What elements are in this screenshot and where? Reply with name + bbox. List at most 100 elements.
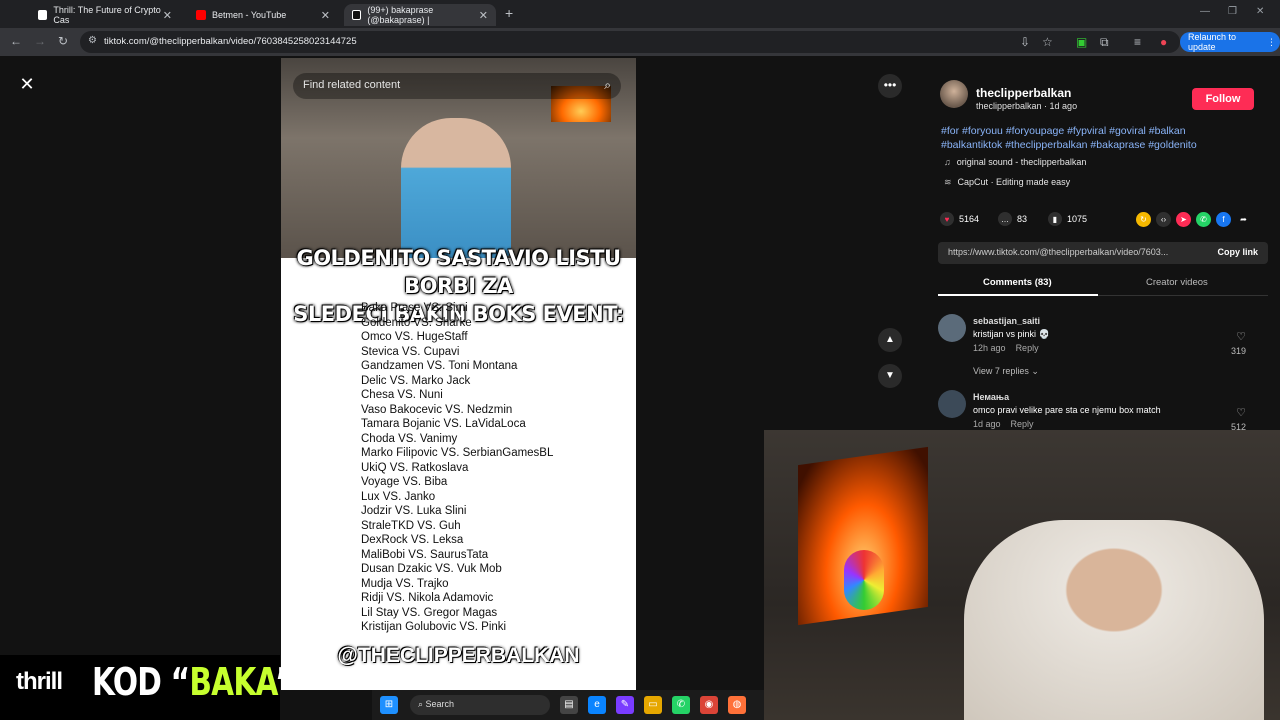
new-tab-icon[interactable]: + [505, 5, 513, 21]
tab-youtube[interactable]: Betmen - YouTube ✕ [188, 4, 338, 26]
comment-icon: … [998, 212, 1012, 226]
match-item: Dusan Dzakic VS. Vuk Mob [361, 563, 502, 575]
tab-tiktok[interactable]: (99+) bakaprase (@bakaprase) | ✕ [344, 4, 496, 26]
whatsapp-icon[interactable]: ✆ [1196, 212, 1211, 227]
profile-icon[interactable]: ● [1160, 35, 1167, 49]
embed-icon[interactable]: ‹› [1156, 212, 1171, 227]
close-tab-icon[interactable]: ✕ [163, 9, 172, 22]
next-video-icon[interactable]: ▼ [878, 364, 902, 388]
capcut-text: CapCut · Editing made easy [957, 177, 1071, 187]
youtube-favicon-icon [196, 10, 206, 20]
browser-toolbar: ← → ↻ ⚙ tiktok.com/@theclipperbalkan/vid… [0, 28, 1280, 56]
promo-code-prefix: KOD “ [92, 660, 190, 704]
commenter-avatar[interactable] [938, 314, 966, 342]
save-stat[interactable]: ▮ 1075 [1048, 212, 1087, 226]
chevron-down-icon: ⌄ [1031, 366, 1039, 376]
whatsapp-taskbar-icon[interactable]: ✆ [672, 696, 690, 714]
more-options-icon[interactable]: ••• [878, 74, 902, 98]
commenter-name[interactable]: Немања [973, 392, 1009, 402]
reading-list-icon[interactable]: ≡ [1134, 35, 1141, 49]
heart-icon: ♥ [940, 212, 954, 226]
video-hashtags[interactable]: #for #foryouu #foryoupage #fypviral #gov… [941, 124, 1241, 152]
video-player[interactable]: Find related content ⌕ GOLDENITO SASTAVI… [281, 58, 636, 690]
match-item: DexRock VS. Leksa [361, 534, 464, 546]
comment-meta: 1d ago Reply [973, 419, 1034, 429]
sound-line[interactable]: ♫ original sound - theclipperbalkan [944, 157, 1086, 167]
close-tab-icon[interactable]: ✕ [321, 9, 330, 22]
match-item: Ridji VS. Nikola Adamovic [361, 592, 494, 604]
reply-button[interactable]: Reply [1016, 343, 1039, 353]
app-icon[interactable]: ✎ [616, 696, 634, 714]
search-placeholder: Find related content [303, 79, 401, 91]
like-stat[interactable]: ♥ 5164 [940, 212, 979, 226]
comment-like-icon[interactable]: ♡ [1236, 406, 1246, 419]
close-window-icon[interactable]: ✕ [1256, 6, 1264, 17]
edge-icon[interactable]: e [588, 696, 606, 714]
maximize-icon[interactable]: ❐ [1228, 6, 1237, 17]
send-icon[interactable]: ➤ [1176, 212, 1191, 227]
bookmark-icon: ▮ [1048, 212, 1062, 226]
comment-stat[interactable]: … 83 [998, 212, 1027, 226]
share-arrow-icon[interactable]: ➦ [1236, 212, 1251, 227]
search-icon[interactable]: ⌕ [604, 78, 611, 93]
view-replies-button[interactable]: View 7 replies ⌄ [973, 366, 1039, 377]
sponsor-logo: thrill [16, 668, 63, 695]
creator-avatar[interactable] [940, 80, 968, 108]
tiktok-favicon-icon [352, 10, 362, 20]
menu-dots-icon[interactable]: ⋮ [1267, 37, 1276, 48]
match-list: Baka Prase VS. Simi Goldenito VS. Sharke… [361, 301, 553, 635]
file-explorer-icon[interactable]: ▭ [644, 696, 662, 714]
match-item: Stevica VS. Cupavi [361, 345, 460, 358]
comments-tabs: Comments (83) Creator videos [938, 274, 1268, 296]
previous-video-icon[interactable]: ▲ [878, 328, 902, 352]
taskbar-search[interactable]: ⌕ Search [410, 695, 550, 715]
relaunch-label: Relaunch to update [1188, 32, 1237, 52]
chrome-icon[interactable]: ◉ [700, 696, 718, 714]
task-view-icon[interactable]: ▤ [560, 696, 578, 714]
tab-thrill[interactable]: Thrill: The Future of Crypto Cas ✕ [30, 4, 180, 26]
comment-count: 83 [1017, 214, 1028, 224]
address-bar[interactable]: ⚙ tiktok.com/@theclipperbalkan/video/760… [80, 31, 1180, 53]
taskbar-search-label: Search [425, 699, 455, 709]
commenter-avatar[interactable] [938, 390, 966, 418]
comment-like-count: 319 [1230, 346, 1246, 356]
close-tab-icon[interactable]: ✕ [479, 9, 488, 22]
relaunch-button[interactable]: Relaunch to update ⋮ [1180, 32, 1280, 52]
copy-link-button[interactable]: Copy link [1217, 247, 1258, 257]
tab-creator-videos[interactable]: Creator videos [1146, 277, 1208, 288]
save-count: 1075 [1067, 214, 1088, 224]
tab-title: (99+) bakaprase (@bakaprase) | [367, 5, 434, 25]
creator-meta: theclipperbalkan · 1d ago [976, 101, 1078, 111]
install-icon[interactable]: ⇩ [1020, 35, 1030, 49]
firefox-icon[interactable]: ◍ [728, 696, 746, 714]
webcam-streamer [964, 520, 1264, 720]
url-text: tiktok.com/@theclipperbalkan/video/76038… [104, 36, 357, 47]
reload-icon[interactable]: ↻ [58, 34, 68, 48]
thrill-favicon-icon [38, 10, 48, 20]
tab-comments[interactable]: Comments (83) [983, 277, 1052, 288]
close-video-icon[interactable]: ✕ [16, 74, 38, 96]
bookmark-star-icon[interactable]: ☆ [1042, 35, 1053, 49]
extension-icon[interactable]: ▣ [1076, 35, 1087, 49]
repost-icon[interactable]: ↻ [1136, 212, 1151, 227]
match-item: Omco VS. HugeStaff [361, 331, 468, 343]
match-item: Mudja VS. Trajko [361, 577, 449, 590]
back-icon[interactable]: ← [10, 34, 22, 48]
minimize-icon[interactable]: — [1200, 6, 1210, 17]
site-info-icon[interactable]: ⚙ [88, 35, 97, 46]
match-item: Delic VS. Marko Jack [361, 374, 471, 387]
capcut-line[interactable]: ≋ CapCut · Editing made easy [944, 177, 1070, 188]
windows-start-icon[interactable]: ⊞ [380, 696, 398, 714]
commenter-name[interactable]: sebastijan_saiti [973, 316, 1040, 326]
like-count: 5164 [959, 214, 980, 224]
match-item: Lux VS. Janko [361, 490, 436, 503]
related-content-search[interactable]: Find related content ⌕ [293, 73, 621, 99]
promo-code-suffix: ” [274, 660, 294, 704]
follow-button[interactable]: Follow [1192, 88, 1254, 110]
creator-username[interactable]: theclipperbalkan [976, 86, 1071, 100]
comment-like-icon[interactable]: ♡ [1236, 330, 1246, 343]
reply-button[interactable]: Reply [1011, 419, 1034, 429]
forward-icon[interactable]: → [34, 34, 46, 48]
facebook-icon[interactable]: f [1216, 212, 1231, 227]
extensions-puzzle-icon[interactable]: ⧉ [1100, 35, 1109, 50]
